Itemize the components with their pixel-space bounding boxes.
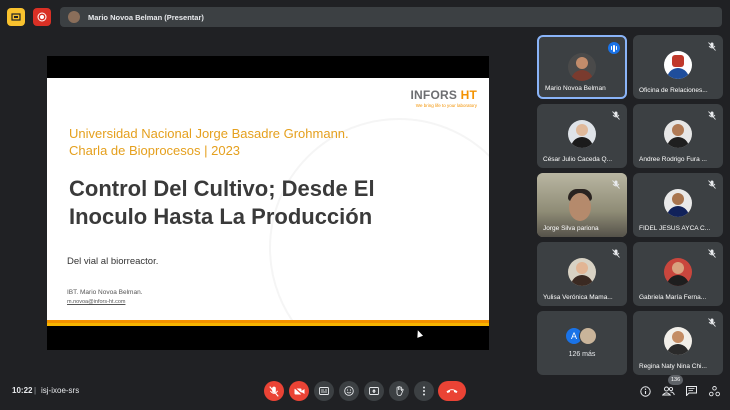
participant-name: Regina Naty Nina Chi... (639, 363, 707, 370)
participant-tile[interactable]: Yulisa Verónica Mama... (537, 242, 627, 306)
slide-subtitle-line2: Charla de Bioprocesos | 2023 (69, 143, 241, 158)
logo-slogan: We bring life to your laboratory (415, 103, 477, 108)
emoji-icon (344, 386, 354, 396)
camera-off-icon (293, 386, 304, 396)
avatar (664, 51, 692, 79)
phone-hangup-icon (446, 389, 458, 393)
avatar (664, 327, 692, 355)
record-icon[interactable] (33, 8, 51, 26)
avatar (664, 258, 692, 286)
meeting-details-button[interactable] (637, 383, 653, 399)
raise-hand-button[interactable] (389, 381, 409, 401)
mic-off-icon (269, 385, 279, 397)
slide-bar-yellow (47, 323, 489, 326)
mic-toggle-button[interactable] (264, 381, 284, 401)
participant-tile[interactable]: Jorge Silva pariona (537, 173, 627, 237)
participant-tile[interactable]: Gabriela María Ferna... (633, 242, 723, 306)
slide-title-line1: Control Del Cultivo; Desde El (69, 176, 375, 201)
mic-off-icon (707, 248, 717, 258)
more-options-button[interactable] (414, 381, 434, 401)
avatar (568, 120, 596, 148)
participant-tile[interactable]: César Julio Caceda Q... (537, 104, 627, 168)
participant-tile[interactable]: Andree Rodrigo Fura ... (633, 104, 723, 168)
shared-screen: INFORS HT We bring life to your laborato… (47, 56, 489, 350)
avatar (568, 53, 596, 81)
people-button[interactable] (660, 383, 676, 399)
logo-text-ht: HT (460, 88, 477, 102)
participant-tile[interactable]: Mario Novoa Belman (537, 35, 627, 99)
infors-logo: INFORS HT We bring life to your laborato… (411, 88, 477, 108)
participant-name: Gabriela María Ferna... (639, 294, 707, 301)
clock: 10:22 (12, 386, 33, 395)
info-icon (639, 385, 651, 397)
more-participants-label: 126 más (568, 351, 596, 358)
video-face (569, 193, 591, 221)
participant-name: FIDEL JESUS AYCA C... (639, 225, 711, 232)
chat-button[interactable] (683, 383, 699, 399)
avatar (664, 189, 692, 217)
avatar (568, 258, 596, 286)
activities-icon (708, 385, 720, 396)
hand-icon (396, 386, 404, 396)
camera-toggle-button[interactable] (289, 381, 309, 401)
more-avatars: A (565, 327, 601, 347)
mic-off-icon (611, 110, 621, 120)
participant-name: Andree Rodrigo Fura ... (639, 156, 707, 163)
avatar (579, 327, 597, 345)
participant-count-badge: 136 (668, 375, 684, 385)
slide-email: m.novoa@infors-ht.com (67, 299, 126, 305)
participant-tile[interactable]: Regina Naty Nina Chi... (633, 311, 723, 375)
bottom-bar: 10:22 | isj-ixoe-srs (0, 372, 730, 410)
meet-window: Mario Novoa Belman (Presentar) INFORS HT… (0, 0, 730, 410)
participant-name: Jorge Silva pariona (543, 225, 599, 232)
avatar (664, 120, 692, 148)
meeting-code: isj-ixoe-srs (41, 386, 80, 395)
participant-name: Oficina de Relaciones... (639, 87, 708, 94)
separator: | (34, 386, 37, 395)
leave-call-button[interactable] (438, 381, 466, 401)
mic-off-icon (611, 248, 621, 258)
mic-off-icon (707, 41, 717, 51)
presenter-avatar (68, 11, 80, 23)
more-participants-tile[interactable]: A 126 más (537, 311, 627, 375)
presentation-slide: INFORS HT We bring life to your laborato… (47, 78, 489, 326)
captions-icon (319, 387, 329, 395)
participant-tile[interactable]: Oficina de Relaciones... (633, 35, 723, 99)
participant-name: César Julio Caceda Q... (543, 156, 613, 163)
top-bar: Mario Novoa Belman (Presentar) (0, 0, 730, 34)
presenting-chip[interactable]: Mario Novoa Belman (Presentar) (60, 7, 722, 27)
slide-author: IBT. Mario Novoa Belman. (67, 289, 143, 296)
reactions-button[interactable] (339, 381, 359, 401)
speaking-indicator-icon (608, 42, 620, 54)
participant-tile[interactable]: FIDEL JESUS AYCA C... (633, 173, 723, 237)
mic-off-icon (707, 317, 717, 327)
participant-name: Yulisa Verónica Mama... (543, 294, 613, 301)
slide-tagline: Del vial al biorreactor. (67, 256, 159, 267)
presenting-label: Mario Novoa Belman (Presentar) (88, 12, 204, 22)
mic-off-icon (707, 110, 717, 120)
captions-button[interactable] (314, 381, 334, 401)
slide-subtitle-line1: Universidad Nacional Jorge Basadre Grohm… (69, 126, 349, 141)
chat-icon (685, 386, 697, 396)
slide-title-line2: Inoculo Hasta La Producción (69, 204, 373, 229)
participant-name: Mario Novoa Belman (545, 85, 606, 92)
mic-off-icon (611, 179, 621, 189)
activities-button[interactable] (706, 383, 722, 399)
mic-off-icon (707, 179, 717, 189)
logo-text: INFORS (410, 88, 461, 102)
present-screen-icon[interactable] (7, 8, 25, 26)
present-screen-icon (369, 386, 379, 395)
more-vert-icon (423, 386, 425, 396)
people-icon (661, 386, 675, 396)
present-now-button[interactable] (364, 381, 384, 401)
